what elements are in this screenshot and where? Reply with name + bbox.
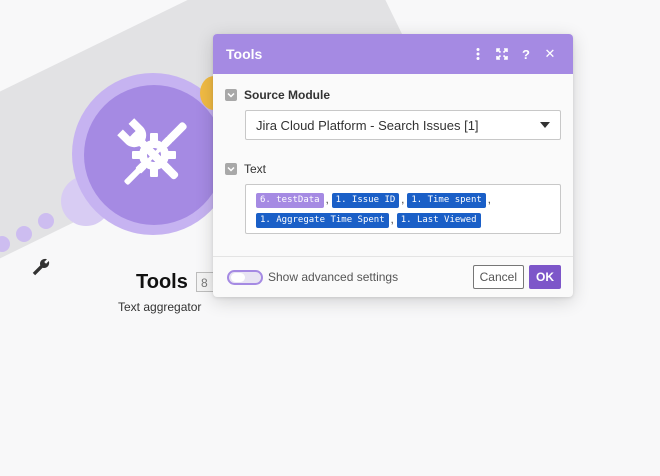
- token-separator: ,: [487, 194, 491, 207]
- chevron-down-icon: [540, 122, 550, 128]
- close-icon[interactable]: ✕: [539, 43, 561, 65]
- toggle-knob: [231, 272, 245, 282]
- module-title: Tools: [136, 271, 188, 293]
- collapse-icon[interactable]: [225, 163, 237, 175]
- dialog-footer: Show advanced settings Cancel OK: [213, 256, 573, 297]
- text-label-text: Text: [244, 162, 267, 176]
- mapping-token[interactable]: 1. Last Viewed: [396, 212, 481, 228]
- mapping-token[interactable]: 6. testData: [256, 193, 324, 209]
- help-icon[interactable]: ?: [515, 43, 537, 65]
- more-vertical-icon[interactable]: [467, 43, 489, 65]
- source-module-label-text: Source Module: [244, 88, 331, 102]
- source-module-select[interactable]: Jira Cloud Platform - Search Issues [1]: [245, 110, 561, 140]
- dialog-header: Tools ? ✕: [213, 34, 573, 74]
- mapping-token[interactable]: 1. Issue ID: [331, 193, 400, 209]
- dialog-title: Tools: [226, 46, 263, 62]
- text-label: Text: [225, 162, 561, 176]
- tools-module[interactable]: [84, 85, 224, 225]
- ok-button[interactable]: OK: [529, 265, 561, 289]
- route-dot: [16, 226, 32, 242]
- source-module-label: Source Module: [225, 88, 561, 102]
- tools-icon: [117, 118, 187, 185]
- module-subtitle: Text aggregator: [118, 300, 202, 314]
- module-id-badge: 8: [196, 272, 214, 292]
- token-separator: ,: [401, 194, 405, 207]
- token-separator: ,: [390, 213, 394, 226]
- mapping-token[interactable]: 1. Aggregate Time Spent: [256, 212, 389, 228]
- advanced-settings-toggle[interactable]: [227, 269, 263, 285]
- source-module-value: Jira Cloud Platform - Search Issues [1]: [256, 117, 479, 133]
- text-input[interactable]: 6. testData, 1. Issue ID, 1. Time spent, 1.…: [245, 184, 561, 234]
- wrench-icon[interactable]: [30, 256, 52, 283]
- route-dot: [38, 213, 54, 229]
- advanced-settings-label: Show advanced settings: [268, 270, 399, 284]
- expand-icon[interactable]: [491, 43, 513, 65]
- collapse-icon[interactable]: [225, 89, 237, 101]
- token-separator: ,: [325, 194, 329, 207]
- tools-dialog: Tools ? ✕ Source Module Jira Cloud Platf…: [213, 34, 573, 297]
- cancel-button[interactable]: Cancel: [472, 265, 524, 289]
- mapping-token[interactable]: 1. Time spent: [407, 193, 486, 209]
- dialog-body: Source Module Jira Cloud Platform - Sear…: [213, 74, 573, 234]
